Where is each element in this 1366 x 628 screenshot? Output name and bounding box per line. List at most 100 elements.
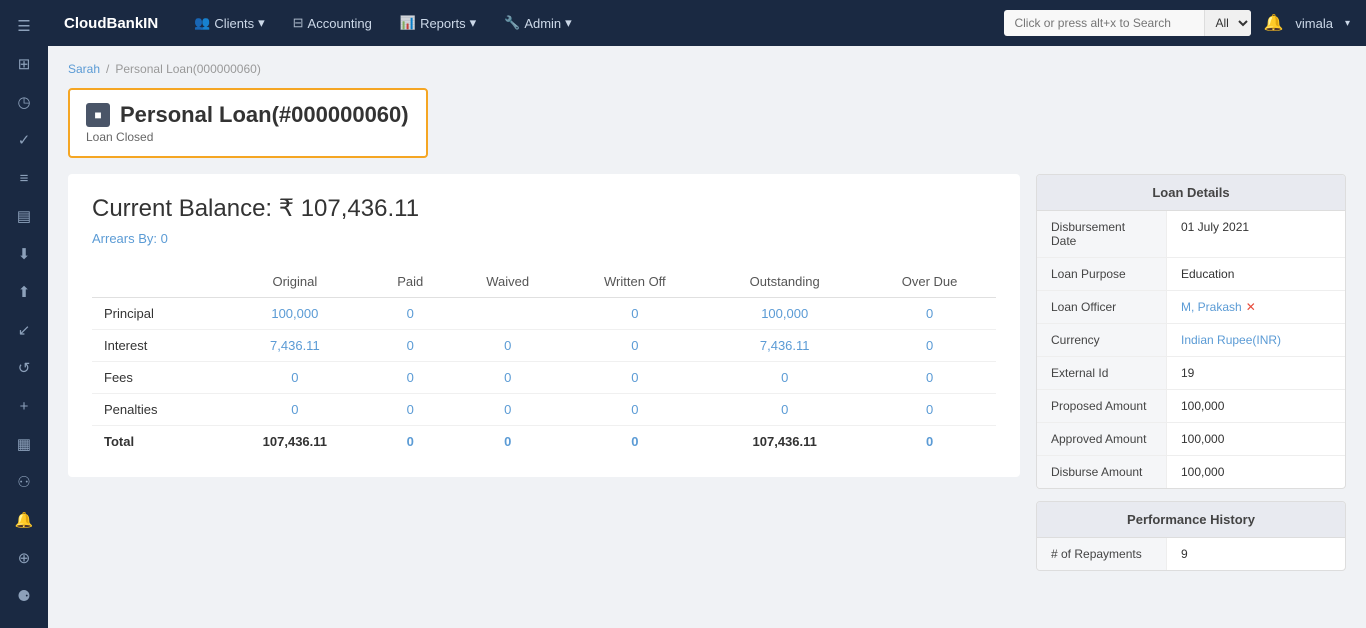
panel-value: 100,000 <box>1167 456 1345 488</box>
list-icon[interactable]: ≡ <box>4 160 44 196</box>
col-header-paid: Paid <box>369 266 452 298</box>
loan-detail-row: Loan PurposeEducation <box>1037 258 1345 291</box>
main-content: Current Balance: ₹ 107,436.11 Arrears By… <box>68 174 1346 583</box>
panel-label: Approved Amount <box>1037 423 1167 455</box>
col-header-item <box>92 266 221 298</box>
arrears-by: Arrears By: 0 <box>92 231 996 246</box>
panel-value-link[interactable]: Indian Rupee(INR) <box>1181 333 1281 347</box>
panel-label: Loan Officer <box>1037 291 1167 323</box>
loan-detail-row: Disbursement Date01 July 2021 <box>1037 211 1345 258</box>
add-icon[interactable]: + <box>4 388 44 424</box>
right-panel: Loan Details Disbursement Date01 July 20… <box>1036 174 1346 583</box>
col-header-original: Original <box>221 266 368 298</box>
icon-sidebar: ☰ ⊞ ◷ ✓ ≡ ▤ ⬇ ⬆ ↙ ↺ + ▦ ⚇ 🔔 ⊕ ⚈ <box>0 0 48 628</box>
loan-status-badge: Loan Closed <box>86 130 410 144</box>
loan-details-card: Loan Details Disbursement Date01 July 20… <box>1036 174 1346 489</box>
col-header-over-due: Over Due <box>863 266 996 298</box>
panel-value: 100,000 <box>1167 390 1345 422</box>
currency-symbol: ₹ <box>279 195 301 222</box>
loan-detail-row: Approved Amount100,000 <box>1037 423 1345 456</box>
page-title-row: ■ Personal Loan(#000000060) <box>86 102 410 128</box>
panel-label: Currency <box>1037 324 1167 356</box>
arrears-label: Arrears By: <box>92 231 157 246</box>
panel-label: Proposed Amount <box>1037 390 1167 422</box>
content-area: Sarah / Personal Loan(000000060) ■ Perso… <box>48 46 1366 628</box>
bell-notification-icon[interactable]: 🔔 <box>1263 13 1283 33</box>
users-icon[interactable]: ⚈ <box>4 578 44 614</box>
user-add-icon[interactable]: ⊕ <box>4 540 44 576</box>
loan-type-icon: ■ <box>86 103 110 127</box>
hamburger-icon[interactable]: ☰ <box>4 8 44 44</box>
panel-value: 100,000 <box>1167 423 1345 455</box>
panel-label: # of Repayments <box>1037 538 1167 570</box>
current-balance-label: Current Balance: <box>92 195 272 222</box>
breadcrumb-current: Personal Loan(000000060) <box>115 62 260 76</box>
nav-reports[interactable]: 📊 Reports ▾ <box>388 9 488 37</box>
loan-detail-row: External Id19 <box>1037 357 1345 390</box>
col-header-waived: Waived <box>452 266 564 298</box>
user-name[interactable]: vimala <box>1295 16 1333 31</box>
performance-history-header: Performance History <box>1037 502 1345 538</box>
page-header: ■ Personal Loan(#000000060) Loan Closed <box>68 88 428 158</box>
panel-label: Disburse Amount <box>1037 456 1167 488</box>
table-row: Interest7,436.110007,436.110 <box>92 330 996 362</box>
panel-value: M, Prakash ✕ <box>1167 291 1345 323</box>
upload-icon[interactable]: ⬆ <box>4 274 44 310</box>
arrears-value: 0 <box>161 231 168 246</box>
panel-value: Education <box>1167 258 1345 290</box>
reports-caret: ▾ <box>470 15 477 31</box>
recent-icon[interactable]: ◷ <box>4 84 44 120</box>
panel-label: Loan Purpose <box>1037 258 1167 290</box>
search-box: All <box>1004 10 1251 36</box>
table-row: Fees000000 <box>92 362 996 394</box>
clients-icon: 👥 <box>194 15 210 31</box>
performance-row: # of Repayments9 <box>1037 538 1345 570</box>
nav-clients[interactable]: 👥 Clients ▾ <box>182 9 276 37</box>
table-row: Penalties000000 <box>92 394 996 426</box>
main-wrapper: CloudBankIN 👥 Clients ▾ ⊟ Accounting 📊 R… <box>48 0 1366 628</box>
table-row: Total107,436.11000107,436.110 <box>92 426 996 458</box>
current-balance-value: 107,436.11 <box>301 195 419 222</box>
dashboard-icon[interactable]: ⊞ <box>4 46 44 82</box>
import-icon[interactable]: ↙ <box>4 312 44 348</box>
search-filter[interactable]: All <box>1204 10 1251 36</box>
tasks-icon[interactable]: ✓ <box>4 122 44 158</box>
loan-detail-row: Proposed Amount100,000 <box>1037 390 1345 423</box>
panel-value: 19 <box>1167 357 1345 389</box>
current-balance: Current Balance: ₹ 107,436.11 <box>92 194 996 223</box>
panel-value: 01 July 2021 <box>1167 211 1345 257</box>
panel-value: Indian Rupee(INR) <box>1167 324 1345 356</box>
breadcrumb-parent[interactable]: Sarah <box>68 62 100 76</box>
folder-icon[interactable]: ▦ <box>4 426 44 462</box>
summary-section: Current Balance: ₹ 107,436.11 Arrears By… <box>68 174 1020 477</box>
notification-icon[interactable]: 🔔 <box>4 502 44 538</box>
loan-detail-row: Currency Indian Rupee(INR) <box>1037 324 1345 357</box>
nav-accounting[interactable]: ⊟ Accounting <box>281 9 384 37</box>
nav-admin[interactable]: 🔧 Admin ▾ <box>492 9 584 37</box>
breadcrumb: Sarah / Personal Loan(000000060) <box>68 62 1346 76</box>
summary-table: Original Paid Waived Written Off Outstan… <box>92 266 996 457</box>
page-title: Personal Loan(#000000060) <box>120 102 409 128</box>
group-icon[interactable]: ⚇ <box>4 464 44 500</box>
search-input[interactable] <box>1004 11 1204 35</box>
col-header-outstanding: Outstanding <box>706 266 863 298</box>
performance-history-card: Performance History # of Repayments9 <box>1036 501 1346 571</box>
reports-icon: 📊 <box>400 15 416 31</box>
loan-detail-row: Loan Officer M, Prakash ✕ <box>1037 291 1345 324</box>
nav-right: All 🔔 vimala ▾ <box>1004 10 1350 36</box>
panel-value: 9 <box>1167 538 1345 570</box>
download-icon[interactable]: ⬇ <box>4 236 44 272</box>
navbar: CloudBankIN 👥 Clients ▾ ⊟ Accounting 📊 R… <box>48 0 1366 46</box>
admin-caret: ▾ <box>565 15 572 31</box>
brand-logo[interactable]: CloudBankIN <box>64 15 158 32</box>
user-caret-icon: ▾ <box>1345 18 1350 29</box>
refresh-icon[interactable]: ↺ <box>4 350 44 386</box>
accounting-icon: ⊟ <box>293 15 304 31</box>
loan-detail-row: Disburse Amount100,000 <box>1037 456 1345 488</box>
remove-icon[interactable]: ✕ <box>1246 300 1256 314</box>
left-content: Current Balance: ₹ 107,436.11 Arrears By… <box>68 174 1020 477</box>
table-icon[interactable]: ▤ <box>4 198 44 234</box>
table-row: Principal100,00000100,0000 <box>92 298 996 330</box>
clients-caret: ▾ <box>258 15 265 31</box>
panel-value-link[interactable]: M, Prakash <box>1181 300 1242 314</box>
